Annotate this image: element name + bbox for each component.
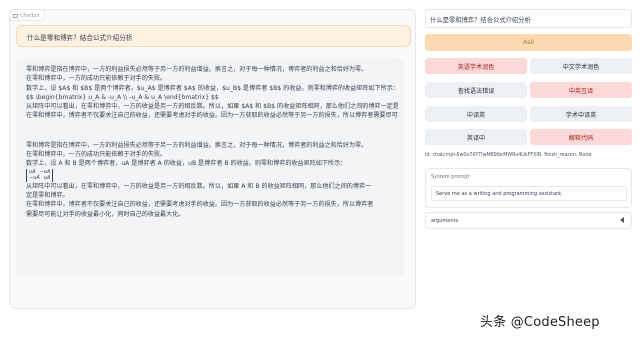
user-message: 什么是零和博弈？结合公式介绍分析 (16, 25, 411, 47)
query-input[interactable]: 什么是零和博弈？结合公式介绍分析 (425, 9, 632, 28)
bot-line: 数学上，设 $A$ 和 $B$ 是两个博弈者，$u_A$ 是博弈者 $A$ 的收… (26, 84, 398, 92)
bot-line: 在零和博弈中，一方的成功只能依赖于对手的失败。 (26, 151, 167, 159)
status-line: id: chatcmpl-6w0o7KYTIwM89lbrMWRu4UkFFXI… (425, 153, 592, 158)
arguments-accordion[interactable]: arguments (425, 212, 632, 229)
bot-line: 在零和博弈中，一方的成功只能依赖于对手的失败。 (26, 75, 167, 83)
bot-line: 数学上，设 A 和 B 是两个博弈者，uA 是博弈者 A 的收益，uB 是博弈者… (26, 160, 347, 168)
top-mark (318, 0, 330, 15)
chinese-polish-button[interactable]: 中文学术润色 (530, 58, 632, 74)
matrix-cell: uA (43, 175, 51, 182)
bot-line: 从矩阵中可以看出，在零和博弈中，一方的收益是另一方的相反数。所以，如果 $A$ … (26, 103, 398, 111)
english-polish-button[interactable]: 英语学术润色 (425, 58, 527, 74)
chat-icon (13, 13, 18, 18)
bot-line: $$ \begin{bmatrix} u_A & -u_A \\ -u_A & … (26, 93, 219, 101)
chatbot-label: Chatbot (10, 10, 45, 21)
zh-en-translate-button[interactable]: 中英互译 (530, 82, 632, 98)
watermark: 头条 @CodeSheep (480, 315, 600, 330)
zh-to-en-button[interactable]: 中译英 (425, 106, 527, 122)
payoff-matrix-row: uA −uA −uA uA (26, 168, 398, 182)
bot-message: 零和博弈是指在博弈中，一方的利益损失必然等于另一方的利益增益。换言之，对于每一种… (16, 57, 404, 277)
bot-line: 零和博弈是指在博弈中，一方的利益损失必然等于另一方的利益增益。换言之，对于每一种… (26, 141, 368, 149)
bot-line: 在零和博弈中，博弈者不仅要关注自己的收益，还需要考虑对手的收益。因为一方获取的收… (26, 201, 374, 209)
system-prompt-panel: System prompt Serve me as a writing and … (425, 168, 632, 208)
payoff-matrix: uA −uA −uA uA (26, 168, 54, 182)
bot-line: 在零和博弈中，博弈者不仅要关注自己的收益，还需要考虑对手的收益。因为一方获取的收… (26, 112, 398, 120)
system-prompt-label: System prompt (431, 174, 470, 180)
chatbot-label-text: Chatbot (20, 12, 40, 19)
caret-left-icon[interactable] (620, 217, 624, 223)
explain-code-button[interactable]: 解释代码 (530, 129, 632, 145)
matrix-cell: −uA (29, 175, 40, 182)
bot-line: 需要尽可能让对手的收益最小化，同时自己的收益最大化。 (26, 210, 185, 218)
arguments-label: arguments (431, 218, 459, 224)
bot-line: 零和博弈是指在博弈中，一方的利益损失必然等于另一方的利益增益。换言之，对于每一种… (26, 66, 368, 73)
ask-button[interactable]: Ask (425, 34, 632, 51)
bot-line: 从矩阵中可以看出，在零和博弈中，一方的收益是另一方的相反数。所以，如果 A 和 … (26, 182, 372, 190)
bot-line: 定是零和博弈。 (26, 191, 69, 199)
system-prompt-input[interactable]: Serve me as a writing and programming as… (431, 186, 627, 201)
en-to-zh-button[interactable]: 英译中 (425, 129, 527, 145)
academic-zh-to-en-button[interactable]: 学术中译英 (530, 106, 632, 122)
grammar-check-button[interactable]: 查找语法错误 (425, 82, 527, 98)
